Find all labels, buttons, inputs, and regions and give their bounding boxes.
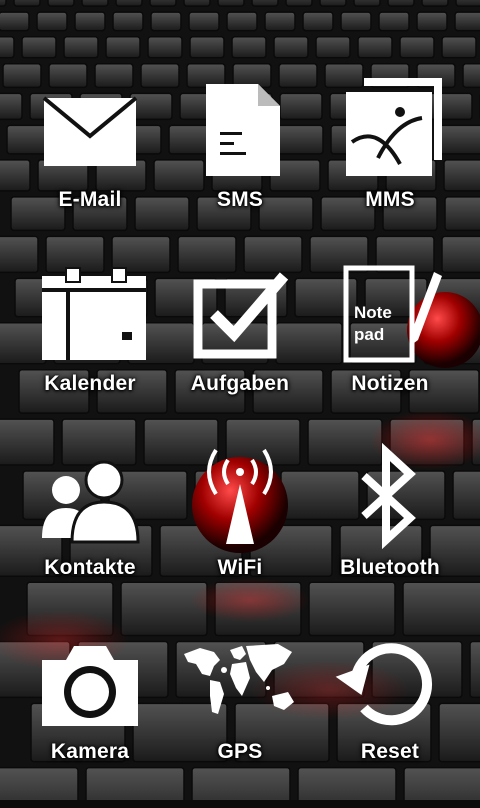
tile-mms[interactable]: MMS (315, 72, 465, 256)
calendar-icon (30, 262, 150, 362)
tile-reset[interactable]: Reset (315, 624, 465, 808)
tile-label: Bluetooth (340, 556, 440, 579)
camera-icon (30, 630, 150, 730)
tile-label: Kamera (50, 740, 130, 763)
tile-label: Kontakte (44, 556, 136, 579)
tile-label: Aufgaben (190, 372, 290, 395)
tile-label: MMS (365, 188, 415, 211)
world-map-icon (180, 630, 300, 730)
tile-kontakte[interactable]: Kontakte (15, 440, 165, 624)
tile-aufgaben[interactable]: Aufgaben (165, 256, 315, 440)
tile-label: Reset (360, 740, 420, 763)
tile-gps[interactable]: GPS (165, 624, 315, 808)
tile-label: WiFi (217, 556, 263, 579)
tile-label: Notizen (351, 372, 429, 395)
tile-email[interactable]: E-Mail (15, 72, 165, 256)
contacts-icon (30, 446, 150, 546)
notepad-text-1: Note (354, 303, 392, 322)
bluetooth-icon (330, 442, 450, 550)
app-grid: E-Mail SMS MMS Kalender Aufgaben Note pa… (0, 0, 480, 800)
tile-kamera[interactable]: Kamera (15, 624, 165, 808)
tile-kalender[interactable]: Kalender (15, 256, 165, 440)
document-icon (180, 78, 300, 178)
tile-label: SMS (216, 188, 264, 211)
tile-wifi[interactable]: WiFi (165, 440, 315, 624)
reset-icon (330, 630, 450, 730)
tile-label: Kalender (44, 372, 136, 395)
checkbox-icon (180, 262, 300, 362)
tile-sms[interactable]: SMS (165, 72, 315, 256)
tile-notizen[interactable]: Note pad Notizen (315, 256, 465, 440)
tile-label: GPS (217, 740, 263, 763)
tile-label: E-Mail (58, 188, 122, 211)
notepad-text-2: pad (354, 325, 384, 344)
picture-message-icon (330, 78, 450, 178)
wifi-antenna-icon (180, 446, 300, 546)
envelope-icon (30, 78, 150, 178)
tile-bluetooth[interactable]: Bluetooth (315, 440, 465, 624)
notepad-icon: Note pad (330, 262, 450, 363)
